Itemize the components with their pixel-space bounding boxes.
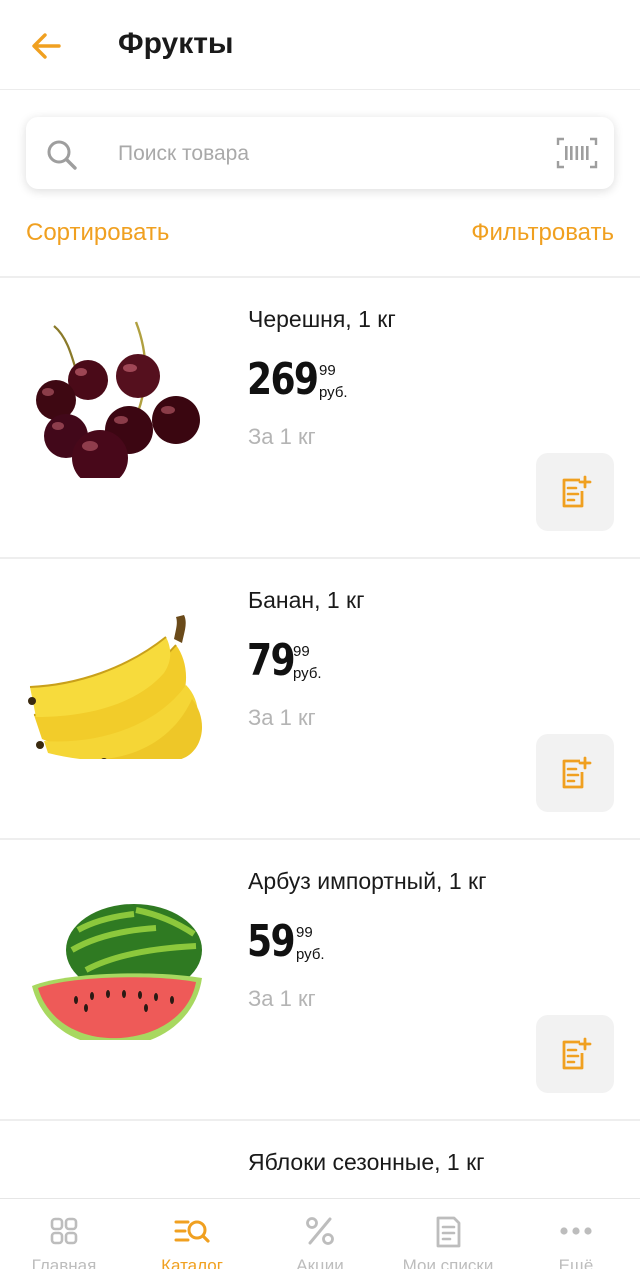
nav-more[interactable]: Ещё bbox=[512, 1199, 640, 1269]
barcode-scan-icon[interactable] bbox=[556, 136, 598, 170]
arrow-left-icon bbox=[32, 33, 61, 59]
add-to-list-button[interactable] bbox=[536, 1015, 614, 1093]
search-input[interactable] bbox=[118, 136, 518, 172]
more-dots-icon bbox=[560, 1227, 592, 1235]
product-price-kopecks: 99 bbox=[319, 362, 336, 379]
product-card[interactable]: Банан, 1 кг 79 99 руб. За 1 кг bbox=[0, 559, 640, 840]
product-unit: За 1 кг bbox=[248, 705, 316, 730]
nav-label: Главная bbox=[31, 1256, 97, 1269]
bananas-image bbox=[28, 615, 203, 759]
nav-label: Мои списки bbox=[402, 1256, 494, 1269]
add-to-list-icon bbox=[562, 756, 592, 789]
percent-icon bbox=[306, 1217, 334, 1245]
list-document-icon bbox=[436, 1216, 461, 1248]
add-to-list-button[interactable] bbox=[536, 453, 614, 531]
product-name: Арбуз импортный, 1 кг bbox=[248, 868, 487, 894]
product-name: Банан, 1 кг bbox=[248, 587, 365, 613]
add-to-list-button[interactable] bbox=[536, 734, 614, 812]
filter-button[interactable]: Фильтровать bbox=[471, 219, 614, 247]
back-button[interactable] bbox=[22, 24, 70, 68]
product-price: 79 bbox=[247, 635, 296, 686]
nav-catalog[interactable]: Каталог bbox=[128, 1199, 256, 1269]
product-card[interactable]: Арбуз импортный, 1 кг 59 99 руб. За 1 кг bbox=[0, 840, 640, 1121]
watermelon-image bbox=[32, 904, 202, 1040]
product-price: 59 bbox=[247, 916, 296, 967]
nav-label: Ещё bbox=[558, 1256, 594, 1269]
nav-label: Каталог bbox=[161, 1256, 223, 1269]
product-name: Черешня, 1 кг bbox=[248, 306, 396, 332]
product-unit: За 1 кг bbox=[248, 986, 316, 1011]
product-price-currency: руб. bbox=[296, 946, 325, 963]
product-card[interactable]: Яблоки сезонные, 1 кг bbox=[0, 1121, 640, 1198]
product-unit: За 1 кг bbox=[248, 424, 316, 449]
nav-label: Акции bbox=[296, 1256, 344, 1269]
catalog-search-icon bbox=[174, 1220, 210, 1243]
apples-image bbox=[26, 1151, 210, 1198]
nav-my-lists[interactable]: Мои списки bbox=[384, 1199, 512, 1269]
product-price: 269 bbox=[247, 354, 319, 405]
product-price-currency: руб. bbox=[293, 665, 322, 682]
search-icon bbox=[47, 140, 77, 170]
cherries-image bbox=[36, 321, 200, 478]
product-price-kopecks: 99 bbox=[296, 924, 313, 941]
add-to-list-icon bbox=[562, 1037, 592, 1070]
product-price-kopecks: 99 bbox=[293, 643, 310, 660]
sort-button[interactable]: Сортировать bbox=[26, 219, 169, 247]
product-name: Яблоки сезонные, 1 кг bbox=[248, 1149, 485, 1175]
product-price-currency: руб. bbox=[319, 384, 348, 401]
product-card[interactable]: Черешня, 1 кг 269 99 руб. За 1 кг bbox=[0, 278, 640, 559]
add-to-list-icon bbox=[562, 475, 592, 508]
nav-home[interactable]: Главная bbox=[0, 1199, 128, 1269]
page-title: Фрукты bbox=[118, 27, 234, 60]
nav-promotions[interactable]: Акции bbox=[256, 1199, 384, 1269]
top-app-bar: Фрукты bbox=[0, 0, 640, 90]
grid-icon bbox=[50, 1217, 78, 1245]
bottom-navigation: Главная Каталог Акции Мои списки Ещё bbox=[0, 1198, 640, 1269]
